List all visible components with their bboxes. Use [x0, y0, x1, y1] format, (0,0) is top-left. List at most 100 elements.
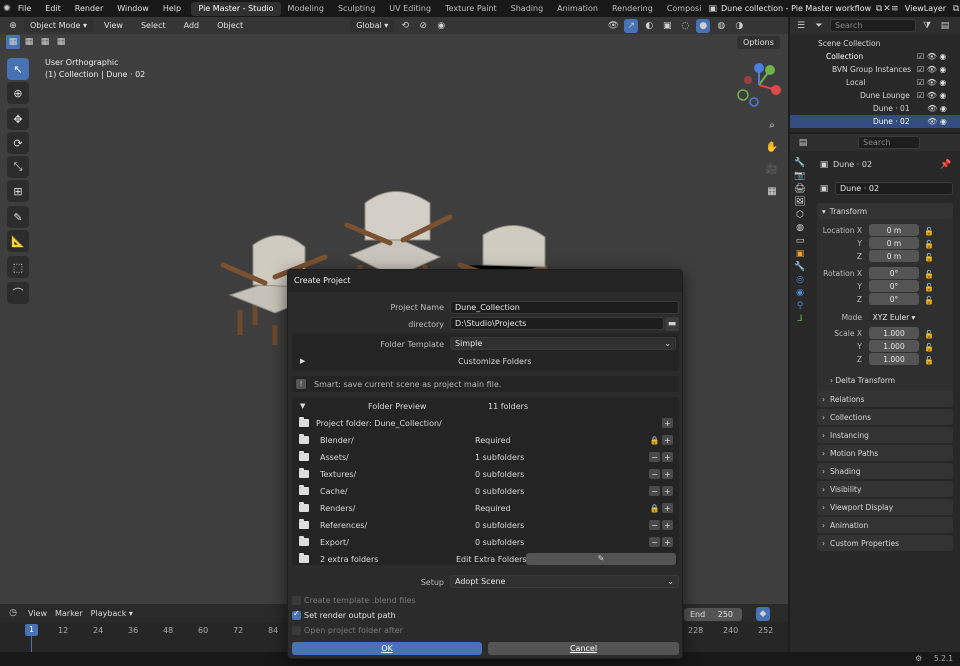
end-frame-field[interactable]: End 250: [684, 608, 742, 621]
visibility-icon[interactable]: 👁: [606, 19, 620, 33]
blender-logo-icon[interactable]: ✺: [3, 2, 11, 16]
remove-folder-button[interactable]: −: [649, 537, 660, 547]
tool-tab-icon[interactable]: 🔧: [794, 158, 805, 168]
outliner[interactable]: ☰ ⏷ Search ⧩ ▤ Scene Collection Collecti…: [790, 17, 960, 132]
object-name-field[interactable]: Dune · 02: [835, 182, 953, 195]
add-subfolder-button[interactable]: +: [662, 520, 673, 530]
copy-icon[interactable]: ⧉: [875, 2, 883, 16]
menu-render[interactable]: Render: [68, 4, 110, 13]
editor-type-icon[interactable]: ⊕: [6, 19, 20, 33]
remove-folder-button[interactable]: −: [649, 520, 660, 530]
checkbox[interactable]: [292, 609, 301, 620]
move-tool-icon[interactable]: ✥: [7, 108, 29, 130]
select-subtract-icon[interactable]: ▦: [38, 35, 52, 49]
panel-custom-properties[interactable]: › Custom Properties: [817, 535, 953, 551]
add-subfolder-button[interactable]: +: [662, 435, 673, 445]
folder-template-select[interactable]: Simple ⌄: [450, 337, 676, 350]
scene-tab-icon[interactable]: ⬡: [796, 210, 804, 220]
row-toggles[interactable]: 👁 ◉: [917, 115, 957, 128]
panel-motion-paths[interactable]: › Motion Paths: [817, 445, 953, 461]
orientation-selector[interactable]: Global ▾: [350, 19, 395, 32]
tab-compositing[interactable]: Composi: [660, 2, 709, 16]
lock-icon[interactable]: 🔓: [924, 225, 934, 238]
row-toggles[interactable]: 👁 ◉: [917, 102, 957, 115]
select-tool-icon[interactable]: ↖: [7, 58, 29, 80]
rotate-tool-icon[interactable]: ⟳: [7, 132, 29, 154]
collection-tab-icon[interactable]: ▭: [796, 236, 805, 246]
customize-expand-icon[interactable]: ▶: [300, 357, 305, 365]
keying-icon[interactable]: ◆: [756, 607, 770, 621]
pan-hand-icon[interactable]: ✋: [763, 138, 781, 156]
menu-file[interactable]: File: [11, 4, 38, 13]
remove-folder-button[interactable]: −: [649, 452, 660, 462]
clock-icon[interactable]: ◷: [6, 606, 20, 620]
navigation-gizmo[interactable]: [734, 60, 784, 110]
curve-tool-icon[interactable]: ⌒: [7, 282, 29, 304]
outliner-row-scene-collection[interactable]: Scene Collection: [790, 37, 960, 50]
rotation-mode-select[interactable]: XYZ Euler ▾: [869, 311, 919, 323]
remove-folder-button[interactable]: −: [649, 469, 660, 479]
lock-icon[interactable]: 🔓: [924, 268, 934, 281]
copy-layer-icon[interactable]: ⧉: [952, 2, 960, 16]
scale-tool-icon[interactable]: ⤡: [7, 156, 29, 178]
close-icon[interactable]: ✕: [883, 2, 891, 16]
panel-shading[interactable]: › Shading: [817, 463, 953, 479]
location-z-field[interactable]: 0 m: [869, 250, 919, 262]
snap-icon[interactable]: ⊘: [416, 19, 430, 33]
option-create-template[interactable]: Create template .blend files: [292, 594, 416, 606]
lock-icon[interactable]: 🔓: [924, 238, 934, 251]
physics-tab-icon[interactable]: ◉: [796, 288, 804, 298]
tab-modeling[interactable]: Modeling: [281, 2, 331, 16]
checkbox[interactable]: [292, 595, 301, 605]
rotation-y-field[interactable]: 0°: [869, 280, 919, 292]
row-toggles[interactable]: ☑ 👁 ◉: [917, 63, 957, 76]
pin-icon[interactable]: 📌: [939, 158, 953, 172]
object-tab-icon[interactable]: ▣: [796, 249, 805, 259]
pivot-icon[interactable]: ⟲: [398, 19, 412, 33]
mode-selector[interactable]: Object Mode ▾: [24, 19, 93, 32]
tab-pie-master-studio[interactable]: Pie Master - Studio: [191, 1, 281, 16]
scale-x-field[interactable]: 1.000: [869, 327, 919, 339]
viewport-menu-view[interactable]: View: [97, 21, 130, 30]
camera-icon[interactable]: 🎥: [763, 160, 781, 178]
annotate-tool-icon[interactable]: ✎: [7, 206, 29, 228]
tab-sculpting[interactable]: Sculpting: [331, 2, 382, 16]
timeline-menu-view[interactable]: View: [28, 609, 47, 618]
shading-wire-icon[interactable]: ◌: [678, 19, 692, 33]
grid-icon[interactable]: ▦: [763, 182, 781, 200]
customize-folders-toggle[interactable]: Customize Folders: [458, 357, 531, 366]
view-layer-tab-icon[interactable]: 🖼: [794, 197, 805, 207]
shading-material-icon[interactable]: ◍: [714, 19, 728, 33]
lock-icon[interactable]: 🔓: [924, 281, 934, 294]
tab-texture-paint[interactable]: Texture Paint: [438, 2, 504, 16]
add-subfolder-button[interactable]: +: [662, 469, 673, 479]
checkbox[interactable]: [292, 625, 301, 635]
scene-icon[interactable]: ▣: [708, 2, 717, 16]
transform-tool-icon[interactable]: ⊞: [7, 180, 29, 202]
scene-name[interactable]: Dune collection - Pie Master workflow: [717, 4, 875, 13]
scale-z-field[interactable]: 1.000: [869, 353, 919, 365]
measure-tool-icon[interactable]: 📐: [7, 230, 29, 252]
add-subfolder-button[interactable]: +: [662, 452, 673, 462]
properties-editor-icon[interactable]: ▤: [796, 136, 810, 150]
add-cube-tool-icon[interactable]: ⬚: [7, 256, 29, 278]
gizmo-icon[interactable]: ↗: [624, 18, 639, 33]
menu-help[interactable]: Help: [156, 4, 188, 13]
select-extend-icon[interactable]: ▦: [22, 35, 36, 49]
panel-visibility[interactable]: › Visibility: [817, 481, 953, 497]
viewport-menu-object[interactable]: Object: [210, 21, 250, 30]
directory-input[interactable]: D:\Studio\Projects: [450, 317, 664, 330]
timeline-menu-playback[interactable]: Playback ▾: [91, 609, 133, 618]
current-frame[interactable]: 1: [25, 624, 38, 636]
data-tab-icon[interactable]: ⅃: [797, 314, 802, 324]
scale-y-field[interactable]: 1.000: [869, 340, 919, 352]
timeline-menu-marker[interactable]: Marker: [55, 609, 83, 618]
xray-icon[interactable]: ▣: [660, 19, 674, 33]
setup-select[interactable]: Adopt Scene ⌄: [450, 575, 679, 588]
option-open-folder[interactable]: Open project folder after: [292, 624, 403, 636]
ok-button[interactable]: OK: [292, 642, 482, 655]
delta-transform-header[interactable]: › Delta Transform: [830, 376, 895, 385]
panel-collections[interactable]: › Collections: [817, 409, 953, 425]
lock-icon[interactable]: 🔓: [924, 341, 934, 354]
remove-folder-button[interactable]: −: [649, 486, 660, 496]
